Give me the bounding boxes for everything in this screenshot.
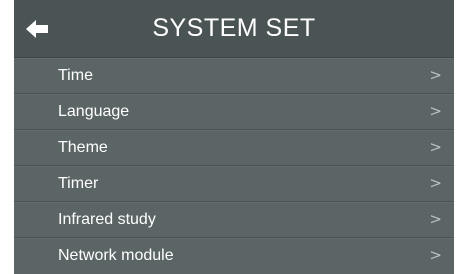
header-bar: SYSTEM SET [14,0,454,58]
menu-item-label: Infrared study [58,211,156,228]
chevron-right-icon: > [429,102,442,120]
menu-item-label: Timer [58,175,99,192]
menu-item-network-module[interactable]: Network module > [14,238,454,273]
chevron-right-icon: > [429,174,442,192]
menu-item-time[interactable]: Time > [14,58,454,94]
page-title: SYSTEM SET [152,14,316,42]
chevron-right-icon: > [429,66,442,84]
system-set-screen: SYSTEM SET Time > Language > Theme > Tim… [14,0,454,274]
chevron-right-icon: > [429,210,442,228]
menu-item-timer[interactable]: Timer > [14,166,454,202]
menu-item-infrared-study[interactable]: Infrared study > [14,202,454,238]
menu-item-label: Language [58,103,130,120]
chevron-right-icon: > [429,246,442,264]
menu-item-label: Theme [58,139,108,156]
menu-item-label: Time [58,67,93,84]
menu-item-theme[interactable]: Theme > [14,130,454,166]
menu-item-label: Network module [58,247,174,264]
chevron-right-icon: > [429,138,442,156]
settings-menu: Time > Language > Theme > Timer > Infrar… [14,58,454,274]
menu-item-language[interactable]: Language > [14,94,454,130]
